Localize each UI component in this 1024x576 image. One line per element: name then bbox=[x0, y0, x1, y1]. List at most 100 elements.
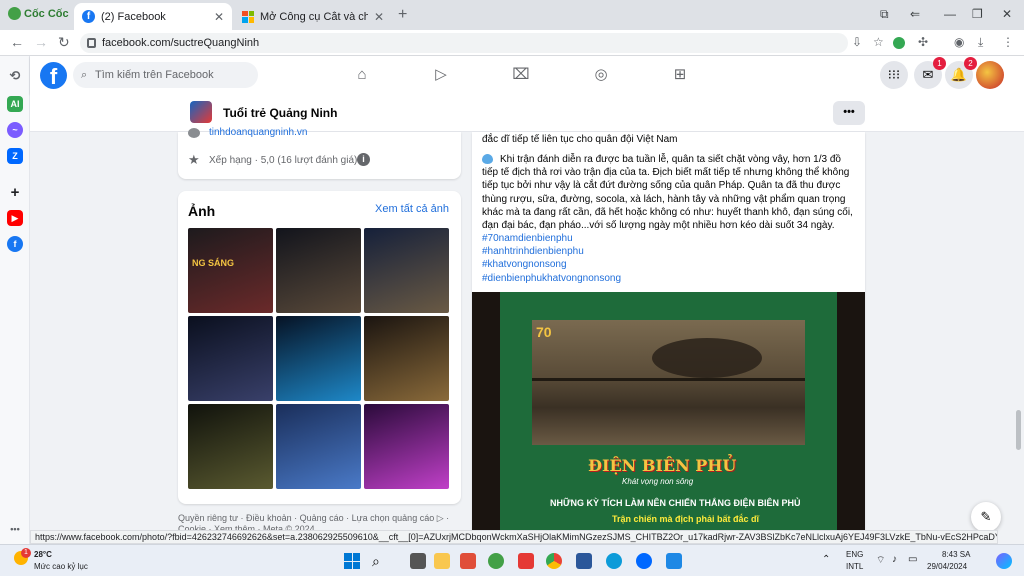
photo-thumbnail[interactable]: NG SÁNG bbox=[188, 228, 273, 313]
search-icon: ⌕ bbox=[81, 69, 88, 81]
poster-subtitle: Khát vọng non sông bbox=[622, 477, 694, 486]
hashtag-link[interactable]: #70namdienbienphu bbox=[482, 232, 573, 245]
install-app-icon[interactable]: ⇩ bbox=[852, 35, 862, 49]
coccoc-taskbar-icon[interactable] bbox=[488, 553, 504, 569]
photo-thumbnail[interactable] bbox=[276, 228, 361, 313]
photo-thumbnail[interactable] bbox=[188, 316, 273, 401]
language-bottom[interactable]: INTL bbox=[846, 562, 863, 571]
restore-icon[interactable]: ❐ bbox=[972, 7, 983, 21]
new-tab-icon[interactable]: + bbox=[398, 6, 407, 24]
profile-icon[interactable]: ◉ bbox=[954, 35, 964, 49]
facebook-header: f ⌕ Tìm kiếm trên Facebook ⌂ ▷ ⌧ ◎ ⊞ ⁝⁝⁝… bbox=[30, 56, 1024, 94]
zalo-taskbar-icon[interactable] bbox=[636, 553, 652, 569]
page-avatar[interactable] bbox=[190, 101, 212, 123]
edge-icon[interactable] bbox=[606, 553, 622, 569]
photo-thumbnail[interactable] bbox=[276, 316, 361, 401]
post-image[interactable]: 70 ĐIỆN BIÊN PHỦ Khát vọng non sông NHỮN… bbox=[472, 292, 865, 532]
zalo-sidebar-icon[interactable]: Z bbox=[7, 148, 23, 164]
poster-banner: NHỮNG KỲ TÍCH LÀM NÊN CHIẾN THẮNG ĐIỆN B… bbox=[550, 498, 801, 508]
language-top[interactable]: ENG bbox=[846, 550, 863, 559]
search-taskbar-icon[interactable]: ⌕ bbox=[372, 553, 388, 569]
facebook-search-input[interactable]: ⌕ Tìm kiếm trên Facebook bbox=[73, 62, 258, 88]
notifications-button[interactable]: 🔔 2 bbox=[945, 57, 977, 89]
windows-taskbar: 1 28°C Mức cao kỷ lục ⌕ ⌃ ENG INTL ⌔ ♪ ▭… bbox=[0, 544, 1024, 576]
screen-capture-icon[interactable]: ⧉ bbox=[880, 7, 889, 22]
messenger-button[interactable]: ✉ 1 bbox=[914, 57, 946, 89]
account-avatar[interactable] bbox=[976, 61, 1004, 89]
minimize-icon[interactable]: — bbox=[944, 7, 956, 21]
close-window-icon[interactable]: ✕ bbox=[1002, 7, 1012, 21]
filezilla-icon[interactable] bbox=[518, 553, 534, 569]
hashtag-link[interactable]: #khatvongnonsong bbox=[482, 258, 567, 271]
copilot-icon[interactable] bbox=[996, 553, 1012, 569]
intro-card: tinhdoanquangninh.vn ★ Xếp hạng · 5,0 (1… bbox=[178, 127, 461, 179]
bookmark-star-icon[interactable]: ☆ bbox=[873, 35, 884, 49]
weather-desc[interactable]: Mức cao kỷ lục bbox=[34, 562, 88, 571]
tray-chevron-icon[interactable]: ⌃ bbox=[822, 554, 830, 565]
facebook-sidebar-icon[interactable]: f bbox=[7, 236, 23, 252]
file-explorer-icon[interactable] bbox=[434, 553, 450, 569]
scrollbar-thumb[interactable] bbox=[1016, 410, 1021, 450]
new-message-button[interactable]: ✎ bbox=[971, 502, 1001, 532]
home-icon[interactable]: ⌂ bbox=[352, 65, 372, 85]
battery-icon[interactable]: ▭ bbox=[908, 554, 917, 565]
photo-thumbnail[interactable] bbox=[364, 404, 449, 489]
extension-green-icon[interactable] bbox=[893, 37, 905, 49]
add-sidebar-icon[interactable]: + bbox=[7, 184, 23, 201]
start-windows-icon[interactable] bbox=[344, 553, 360, 569]
snipping-tool-icon[interactable] bbox=[666, 553, 682, 569]
footer-links[interactable]: Quyền riêng tư · Điều khoản · Quảng cáo … bbox=[178, 513, 449, 524]
menu-grid-icon[interactable]: ⁝⁝⁝ bbox=[880, 61, 908, 89]
reload-icon[interactable]: ↻ bbox=[58, 34, 70, 51]
menu-kebab-icon[interactable]: ⋮ bbox=[1002, 35, 1014, 49]
ai-assistant-icon[interactable]: AI bbox=[7, 96, 23, 112]
website-link[interactable]: tinhdoanquangninh.vn bbox=[209, 127, 307, 138]
facebook-logo-icon[interactable]: f bbox=[40, 62, 67, 89]
photo-thumbnail[interactable] bbox=[364, 228, 449, 313]
tab-title: (2) Facebook bbox=[101, 10, 166, 23]
history-icon[interactable]: ⟲ bbox=[7, 68, 23, 84]
photo-thumbnail[interactable] bbox=[276, 404, 361, 489]
task-view-icon[interactable] bbox=[410, 553, 426, 569]
word-icon[interactable] bbox=[576, 553, 592, 569]
url-input[interactable]: facebook.com/suctreQuangNinh bbox=[80, 33, 848, 53]
clock-date[interactable]: 29/04/2024 bbox=[927, 562, 967, 571]
downloads-icon[interactable]: ⤓ bbox=[978, 35, 983, 50]
tab-snipping-tool[interactable]: Mở Công cụ Cắt và chụp ảnh màn ✕ bbox=[234, 3, 392, 30]
extensions-puzzle-icon[interactable]: ✣ bbox=[918, 35, 928, 49]
chrome-icon[interactable] bbox=[546, 553, 562, 569]
weather-temp[interactable]: 28°C bbox=[34, 550, 52, 559]
back-arrow-icon[interactable]: ⇐ bbox=[910, 7, 920, 21]
post-text-line: tiếp tục bởi như vậy là cắt đứt đường số… bbox=[482, 180, 841, 192]
wifi-icon[interactable]: ⌔ bbox=[876, 554, 885, 567]
volume-icon[interactable]: ♪ bbox=[892, 554, 897, 565]
see-all-photos-link[interactable]: Xem tất cả ảnh bbox=[375, 203, 449, 215]
tab-facebook[interactable]: f (2) Facebook ✕ bbox=[74, 3, 232, 30]
info-icon[interactable]: i bbox=[357, 153, 370, 166]
page-name[interactable]: Tuổi trẻ Quảng Ninh bbox=[223, 106, 337, 120]
groups-icon[interactable]: ◎ bbox=[591, 65, 611, 85]
back-icon[interactable]: ← bbox=[10, 34, 24, 50]
pinned-app-red-icon[interactable] bbox=[460, 553, 476, 569]
post-text-line: tiếp tế địch thả rơi vào trận địa của ta… bbox=[482, 167, 850, 179]
close-tab-icon[interactable]: ✕ bbox=[214, 10, 224, 24]
messenger-sidebar-icon[interactable]: ~ bbox=[7, 122, 23, 138]
forward-icon[interactable]: → bbox=[34, 34, 48, 50]
more-options-button[interactable]: ••• bbox=[833, 101, 865, 125]
sidebar-more-icon[interactable]: ••• bbox=[7, 521, 23, 537]
hashtag-link[interactable]: #hanhtrinhdienbienphu bbox=[482, 245, 584, 258]
close-tab-icon[interactable]: ✕ bbox=[374, 10, 384, 24]
blue-heart-icon bbox=[482, 154, 493, 164]
notification-badge: 2 bbox=[964, 57, 977, 70]
gaming-icon[interactable]: ⊞ bbox=[670, 65, 690, 85]
marketplace-icon[interactable]: ⌧ bbox=[511, 65, 531, 85]
youtube-sidebar-icon[interactable]: ▶ bbox=[7, 210, 23, 226]
hashtag-link[interactable]: #dienbienphukhatvongnonsong bbox=[482, 272, 621, 285]
photo-thumbnail[interactable] bbox=[364, 316, 449, 401]
browser-logo[interactable]: Cốc Cốc bbox=[8, 7, 69, 20]
clock-time[interactable]: 8:43 SA bbox=[942, 550, 970, 559]
photo-caption: NG SÁNG bbox=[192, 258, 235, 268]
video-icon[interactable]: ▷ bbox=[431, 65, 451, 85]
site-info-icon[interactable] bbox=[87, 38, 96, 48]
photo-thumbnail[interactable] bbox=[188, 404, 273, 489]
